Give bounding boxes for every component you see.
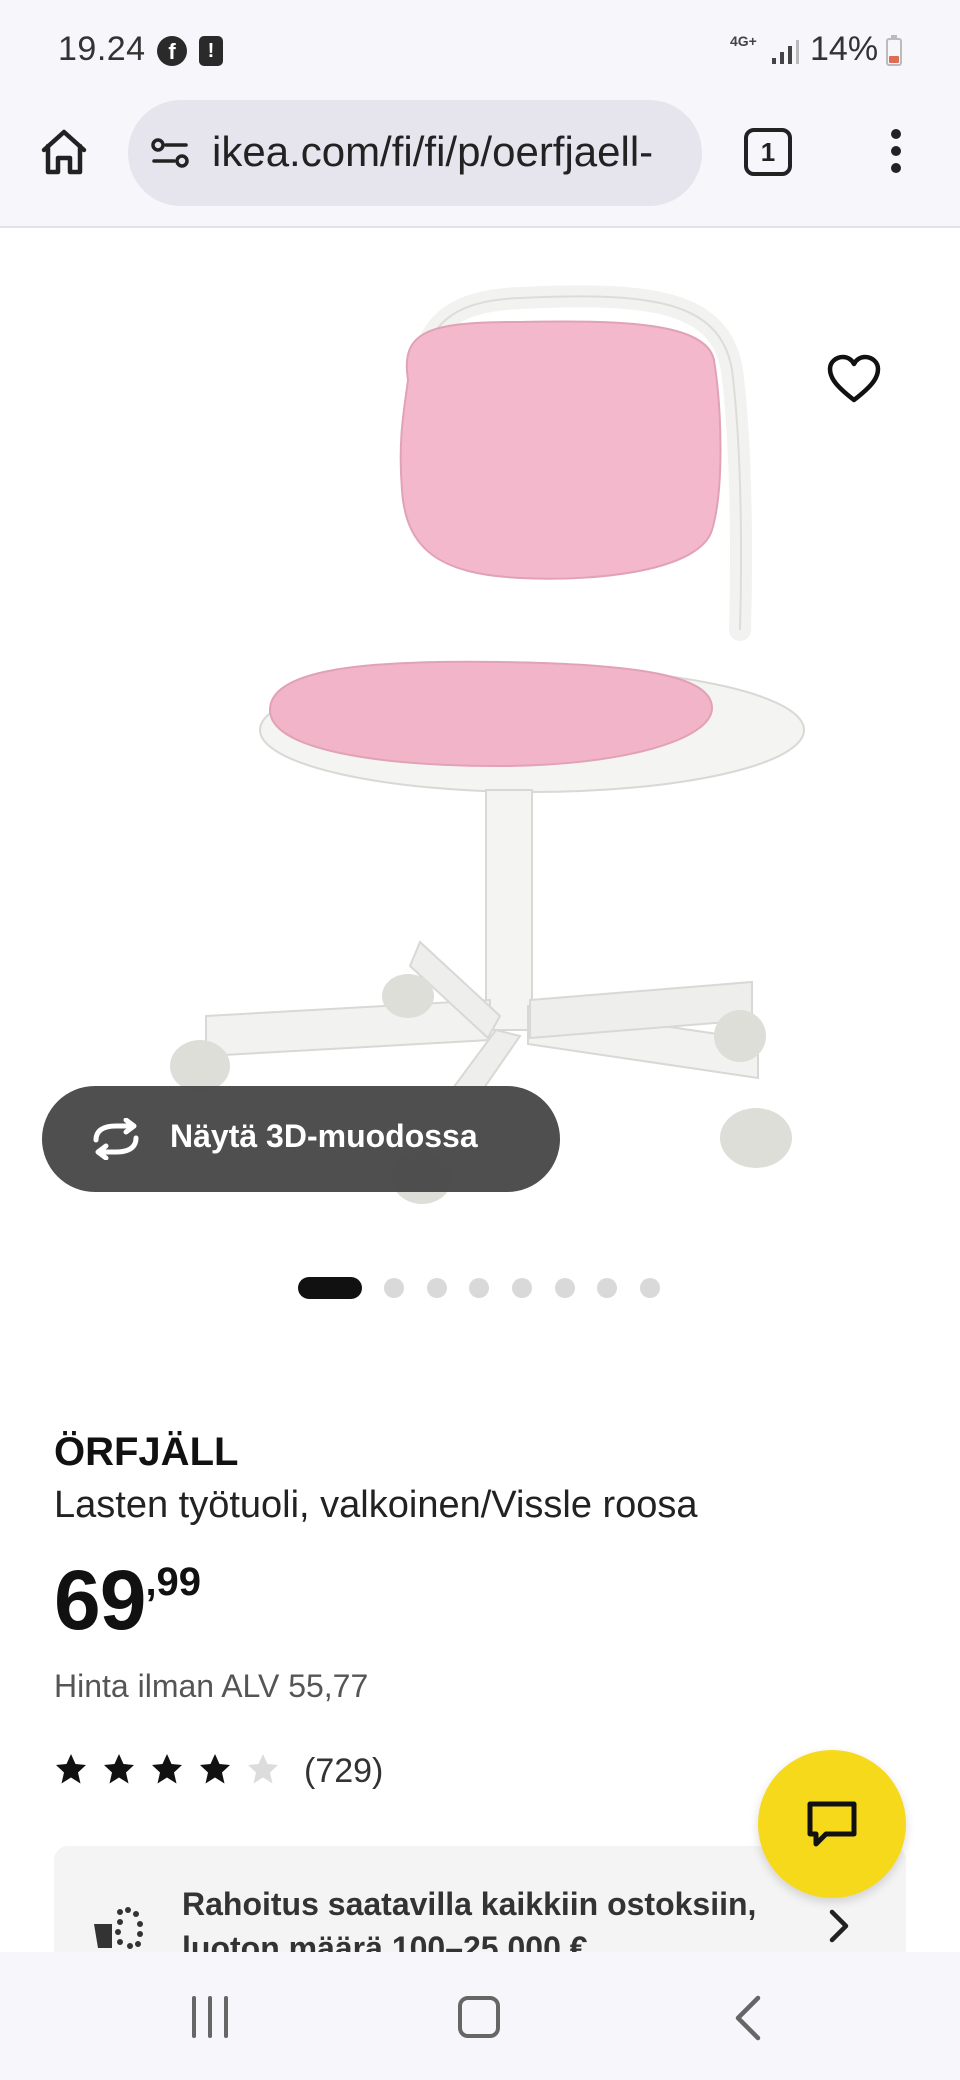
financing-icon: [94, 1907, 143, 1949]
star-full-icon: [104, 1754, 134, 1784]
carousel-dot-6[interactable]: [555, 1278, 575, 1298]
product-rating[interactable]: (729): [54, 1752, 454, 1792]
battery-percent: 14%: [810, 30, 879, 68]
carousel-indicator: [0, 1276, 960, 1300]
url-text[interactable]: ikea.com/fi/fi/p/oerfjaell-: [212, 128, 688, 176]
view-3d-label: Näytä 3D-muodossa: [170, 1118, 478, 1154]
tab-switcher-button[interactable]: 1: [744, 128, 792, 176]
heart-outline-icon[interactable]: [826, 354, 882, 406]
home-icon[interactable]: [38, 126, 90, 178]
star-empty-icon: [248, 1754, 278, 1784]
product-description: Lasten työtuoli, valkoinen/Vissle roosa: [54, 1484, 698, 1526]
product-image-gallery[interactable]: Näytä 3D-muodossa: [0, 230, 960, 1230]
facebook-icon: f: [157, 36, 187, 66]
product-name: ÖRFJÄLL: [54, 1430, 239, 1474]
price-without-vat: Hinta ilman ALV 55,77: [54, 1668, 369, 1704]
chevron-right-icon: [829, 1909, 849, 1943]
carousel-dot-1[interactable]: [298, 1277, 362, 1299]
review-count[interactable]: (729): [304, 1752, 383, 1791]
view-3d-button[interactable]: Näytä 3D-muodossa: [42, 1086, 560, 1192]
status-time: 19.24: [58, 30, 146, 68]
price-integer: 69: [54, 1553, 146, 1647]
rotate-3d-icon: [93, 1118, 139, 1160]
carousel-dot-7[interactable]: [597, 1278, 617, 1298]
status-bar: 19.24 f ! 4G+ 14%: [0, 0, 960, 100]
recents-icon[interactable]: [188, 1996, 232, 2038]
signal-icon: [772, 40, 799, 64]
star-full-icon: [200, 1754, 230, 1784]
alert-icon: !: [199, 36, 223, 66]
star-full-icon: [56, 1754, 86, 1784]
site-settings-icon[interactable]: [150, 136, 190, 170]
carousel-dot-3[interactable]: [427, 1278, 447, 1298]
star-full-icon: [152, 1754, 182, 1784]
price-decimal: ,99: [145, 1560, 202, 1604]
carousel-dot-4[interactable]: [469, 1278, 489, 1298]
carousel-dot-5[interactable]: [512, 1278, 532, 1298]
chat-icon: [807, 1801, 857, 1847]
carousel-dot-8[interactable]: [640, 1278, 660, 1298]
battery-icon: [886, 35, 902, 66]
address-bar[interactable]: ikea.com/fi/fi/p/oerfjaell-: [128, 100, 702, 206]
nav-home-icon[interactable]: [458, 1996, 500, 2038]
browser-toolbar: ikea.com/fi/fi/p/oerfjaell- 1: [0, 100, 960, 228]
carousel-dot-2[interactable]: [384, 1278, 404, 1298]
system-nav-bar: [0, 1952, 960, 2080]
network-type: 4G+: [730, 33, 757, 49]
back-icon[interactable]: [728, 1994, 768, 2042]
chat-button[interactable]: [758, 1750, 906, 1898]
more-menu-icon[interactable]: [880, 126, 912, 182]
chair-image: [170, 285, 805, 1204]
product-price: 69,99: [54, 1552, 201, 1649]
